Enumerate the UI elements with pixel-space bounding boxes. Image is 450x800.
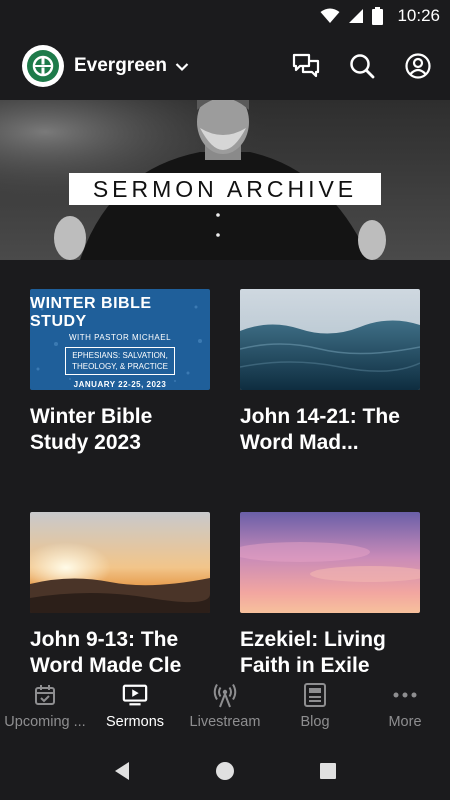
chat-bubbles-icon (292, 53, 320, 78)
sermon-card-title: John 14-21: The Word Mad... (240, 405, 400, 454)
status-bar: 10:26 (0, 0, 450, 32)
nav-label: Sermons (105, 714, 165, 730)
sermon-card[interactable]: John 14-21: The Word Mad... (240, 289, 420, 456)
chevron-down-icon[interactable] (175, 62, 189, 72)
sermon-card-title: Winter Bible Study 2023 (30, 405, 153, 454)
home-icon[interactable] (215, 761, 235, 781)
sermon-card[interactable]: Ezekiel: Living Faith in Exile (240, 512, 420, 679)
sermon-thumbnail (30, 512, 210, 613)
hero-title: SERMON ARCHIVE (69, 173, 381, 205)
wifi-icon (320, 8, 340, 23)
thumb-topic-line1: EPHESIANS: SALVATION, (72, 351, 168, 360)
search-button[interactable] (348, 52, 376, 80)
battery-icon (372, 7, 384, 25)
thumb-heading: WINTER BIBLE STUDY (30, 295, 152, 330)
sermon-thumbnail: WINTER BIBLE STUDY WITH PASTOR MICHAEL E… (30, 289, 210, 390)
pink-sunset-sky-image (240, 512, 420, 613)
thumb-topic-box: EPHESIANS: SALVATION, THEOLOGY, & PRACTI… (65, 347, 175, 375)
search-icon (350, 54, 375, 79)
bottom-navigation: Upcoming ... Sermons Livestream Blog Mor… (0, 672, 450, 742)
article-icon (304, 683, 326, 707)
hero-banner[interactable]: SERMON ARCHIVE (0, 100, 450, 260)
thumb-topic-line2: THEOLOGY, & PRACTICE (72, 362, 168, 371)
sermon-card[interactable]: WINTER BIBLE STUDY WITH PASTOR MICHAEL E… (30, 289, 210, 456)
app-bar: Evergreen (0, 32, 450, 100)
nav-label: More (388, 714, 422, 730)
calendar-check-icon (35, 685, 55, 705)
nav-more[interactable]: More (360, 672, 450, 742)
nav-label: Upcoming ... (4, 714, 86, 730)
nav-livestream[interactable]: Livestream (180, 672, 270, 742)
thumb-dates: JANUARY 22-25, 2023 (73, 380, 167, 389)
profile-button[interactable] (404, 52, 432, 80)
more-horizontal-icon (393, 692, 417, 698)
sermon-card[interactable]: John 9-13: The Word Made Cle (30, 512, 210, 679)
thumb-subheading: WITH PASTOR MICHAEL (68, 333, 172, 342)
system-navigation-bar (0, 742, 450, 800)
nav-label: Livestream (189, 714, 261, 730)
nav-blog[interactable]: Blog (270, 672, 360, 742)
clock: 10:26 (397, 6, 440, 25)
ocean-wave-image (240, 289, 420, 390)
broadcast-icon (213, 683, 237, 708)
nav-sermons[interactable]: Sermons (90, 672, 180, 742)
sermon-thumbnail (240, 289, 420, 390)
nav-upcoming[interactable]: Upcoming ... (0, 672, 90, 742)
sermon-thumbnail (240, 512, 420, 613)
account-circle-icon (405, 53, 431, 79)
sunrise-mountain-image (30, 512, 210, 613)
church-name[interactable]: Evergreen (74, 55, 167, 77)
cell-signal-icon (349, 9, 364, 23)
tv-play-icon (122, 684, 148, 706)
evergreen-logo-icon (27, 50, 59, 82)
messages-button[interactable] (292, 52, 320, 80)
nav-label: Blog (300, 714, 330, 730)
recents-icon[interactable] (318, 761, 338, 781)
back-icon[interactable] (112, 761, 132, 781)
church-logo[interactable] (22, 45, 64, 87)
